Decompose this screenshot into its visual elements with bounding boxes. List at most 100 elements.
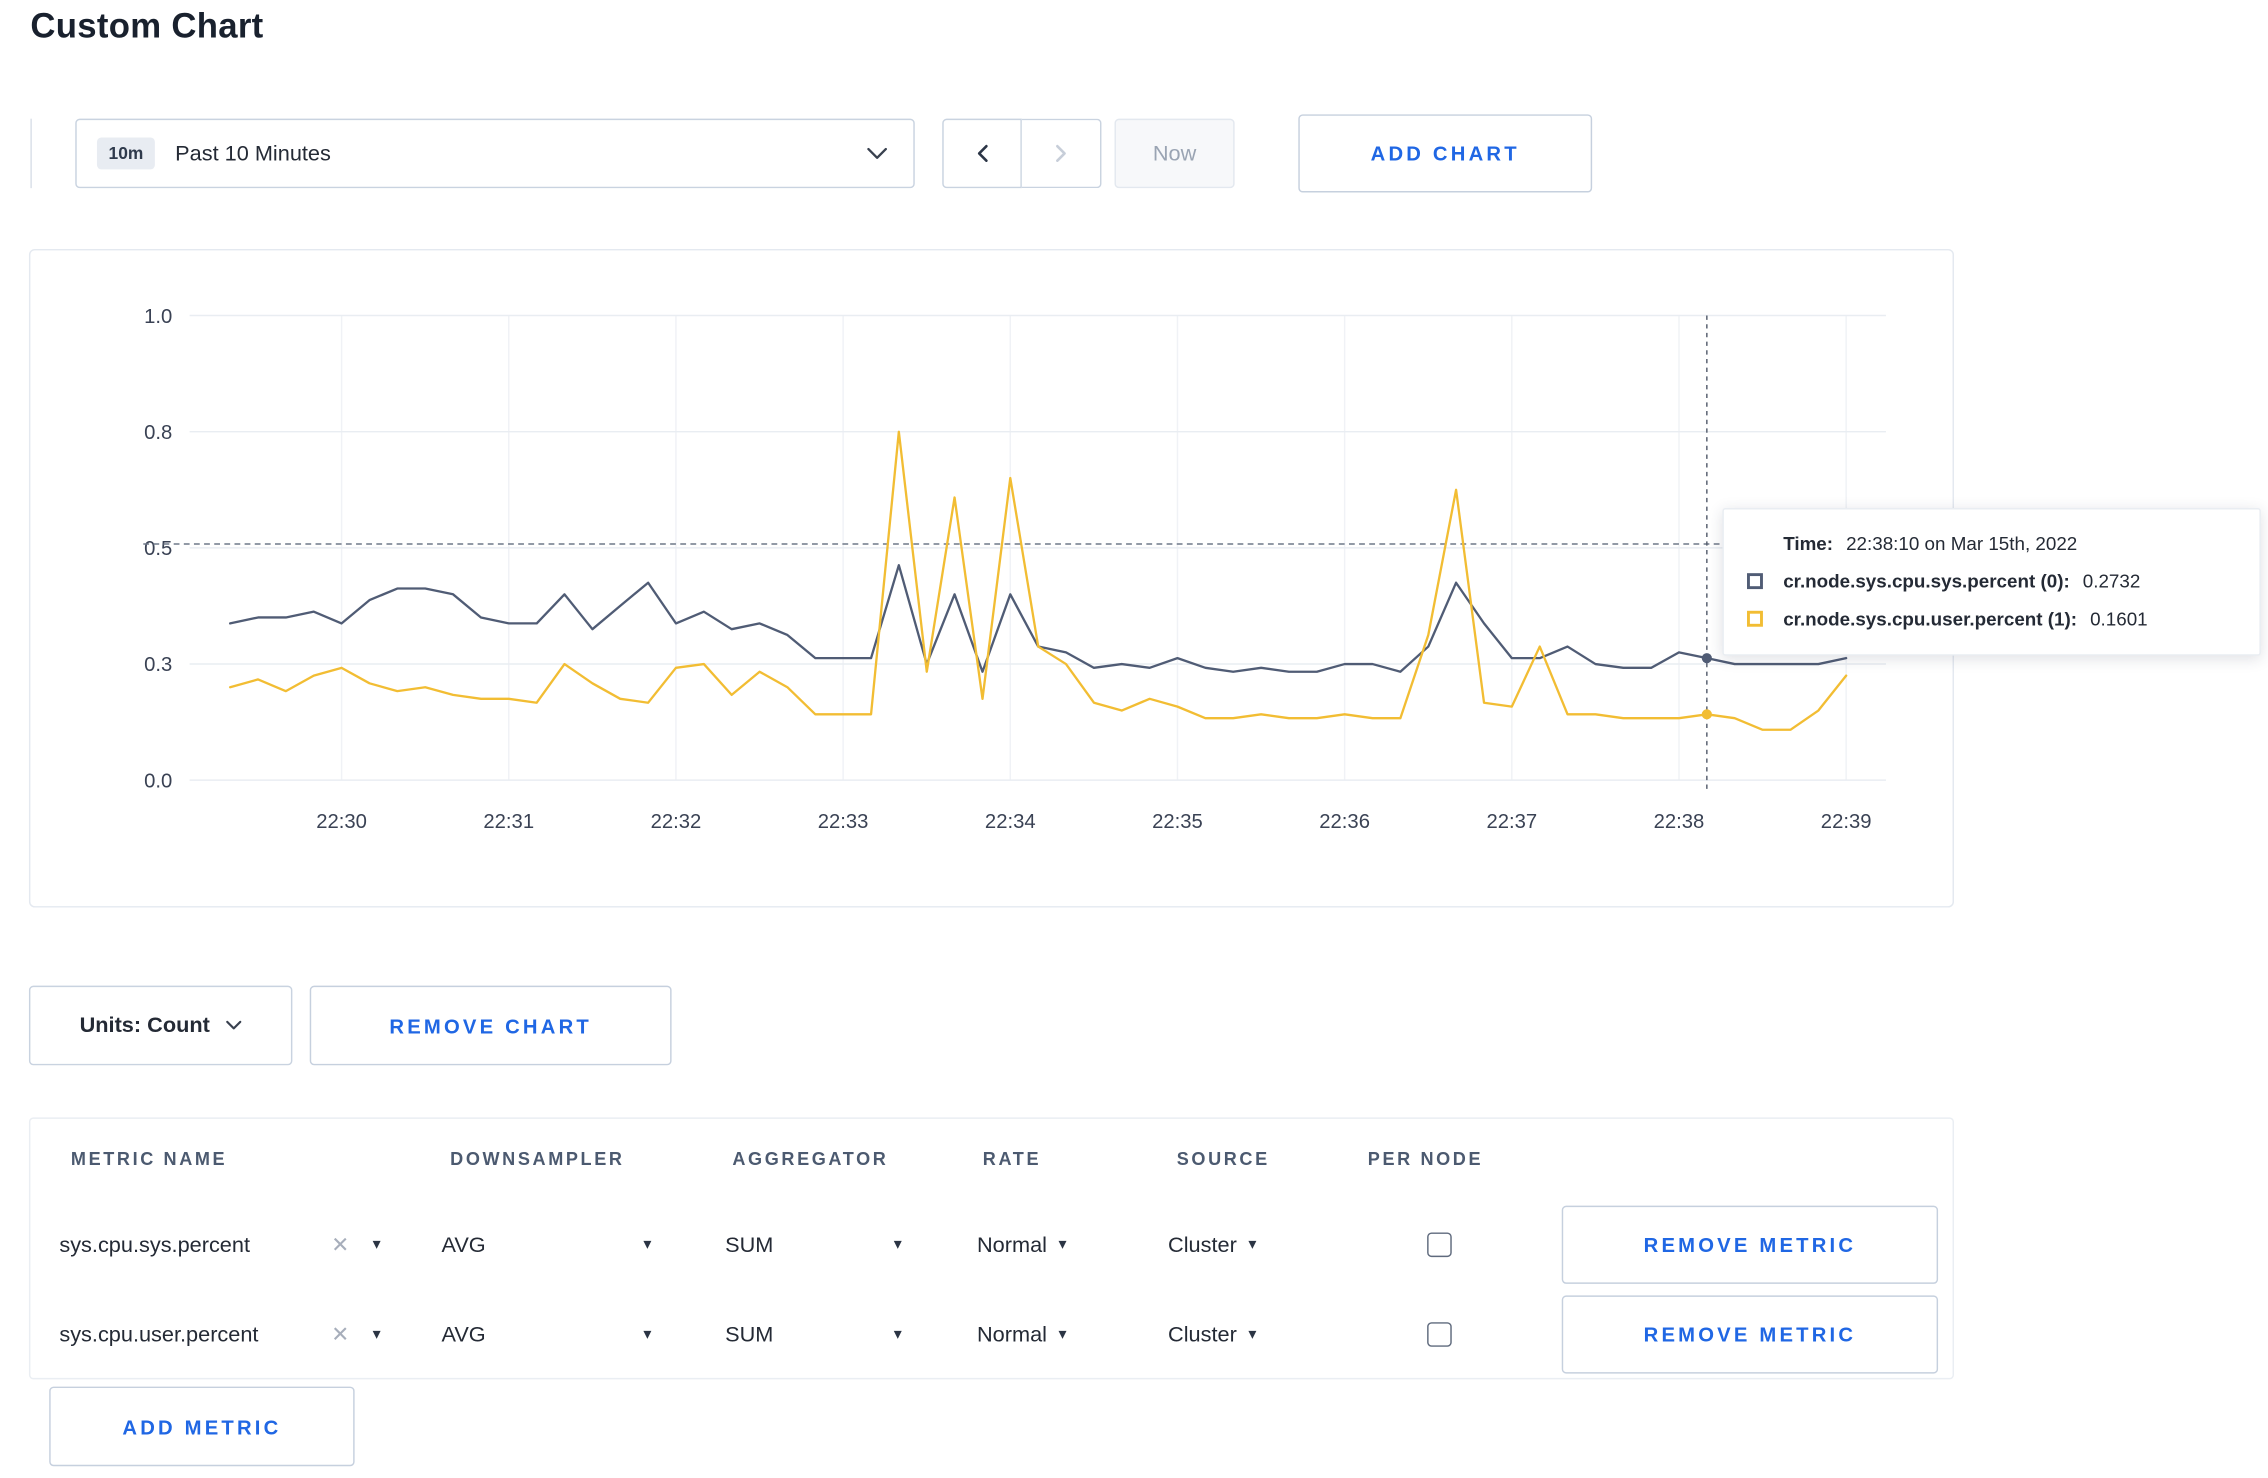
time-range-dropdown[interactable]: 10m Past 10 Minutes [75, 118, 915, 189]
downsampler-select[interactable]: AVG ▾ [441, 1200, 651, 1290]
downsampler-value: AVG [441, 1232, 486, 1258]
metric-name-select[interactable]: sys.cpu.sys.percent ✕ ▾ [59, 1200, 380, 1290]
aggregator-select[interactable]: SUM ▾ [725, 1290, 902, 1380]
source-value: Cluster [1168, 1232, 1237, 1258]
clear-metric-icon[interactable]: ✕ [331, 1232, 349, 1258]
caret-down-icon: ▾ [893, 1235, 902, 1253]
time-forward-button[interactable] [1021, 118, 1102, 189]
rate-select[interactable]: Normal ▾ [977, 1200, 1067, 1290]
x-tick-label: 22:38 [1654, 811, 1705, 833]
toolbar-divider [30, 118, 32, 189]
x-tick-label: 22:36 [1319, 811, 1370, 833]
source-select[interactable]: Cluster ▾ [1168, 1290, 1256, 1380]
chevron-left-icon [977, 144, 987, 162]
caret-down-icon: ▾ [643, 1325, 652, 1343]
chart-svg[interactable]: 22:30 22:31 22:32 22:33 22:34 22:35 22:36 22:37… [30, 250, 1952, 906]
crosshair [1701, 315, 1712, 794]
remove-metric-button[interactable]: REMOVE METRIC [1561, 1295, 1939, 1374]
y-tick-label: 0.0 [144, 770, 172, 792]
chart-tooltip: Time: 22:38:10 on Mar 15th, 2022 cr.node… [1722, 508, 2261, 656]
time-range-badge: 10m [96, 137, 155, 170]
time-range-label: Past 10 Minutes [175, 141, 331, 166]
custom-chart-page: Custom Chart 10m Past 10 Minutes Now ADD… [0, 0, 2268, 1478]
rate-value: Normal [976, 1232, 1047, 1258]
chevron-down-icon [867, 147, 887, 160]
header-metric-name: METRIC NAME [70, 1149, 228, 1170]
downsampler-value: AVG [441, 1322, 486, 1347]
time-back-button[interactable] [942, 118, 1022, 189]
rate-value: Normal [976, 1322, 1047, 1347]
clear-metric-icon[interactable]: ✕ [331, 1321, 349, 1348]
tooltip-time-value: 22:38:10 on Mar 15th, 2022 [1846, 532, 2078, 555]
header-downsampler: DOWNSAMPLER [450, 1149, 625, 1170]
time-step-controls [942, 118, 1102, 189]
aggregator-value: SUM [725, 1322, 774, 1347]
x-tick-label: 22:32 [651, 811, 702, 833]
header-per-node: PER NODE [1367, 1149, 1484, 1170]
x-tick-label: 22:33 [818, 811, 869, 833]
series-lines [228, 430, 1848, 731]
tooltip-series-row: cr.node.sys.cpu.sys.percent (0): 0.2732 [1747, 570, 2236, 592]
tooltip-series-value: 0.2732 [2082, 570, 2141, 592]
source-value: Cluster [1168, 1322, 1237, 1347]
caret-down-icon: ▾ [372, 1235, 381, 1253]
tooltip-series-label: cr.node.sys.cpu.user.percent (1): [1783, 607, 2078, 630]
sys-series-swatch-icon [1747, 573, 1763, 590]
user-series-swatch-icon [1747, 610, 1763, 627]
metric-row: sys.cpu.sys.percent ✕ ▾ AVG ▾ SUM ▾ Norm… [30, 1200, 1952, 1290]
hover-point [1701, 709, 1712, 720]
page-title: Custom Chart [30, 7, 264, 47]
chevron-right-icon [1056, 144, 1066, 162]
caret-down-icon: ▾ [1058, 1325, 1067, 1343]
caret-down-icon: ▾ [1058, 1235, 1067, 1253]
tooltip-series-value: 0.1601 [2090, 607, 2148, 630]
tooltip-time-label: Time: [1783, 532, 1834, 555]
units-dropdown[interactable]: Units: Count [28, 985, 293, 1066]
remove-metric-button[interactable]: REMOVE METRIC [1561, 1205, 1939, 1284]
metrics-table-header: METRIC NAME DOWNSAMPLER AGGREGATOR RATE … [30, 1119, 1952, 1200]
x-tick-label: 22:37 [1486, 811, 1537, 833]
chevron-down-icon [226, 1020, 242, 1030]
metric-row: sys.cpu.user.percent ✕ ▾ AVG ▾ SUM ▾ Nor… [30, 1290, 1952, 1380]
x-tick-label: 22:35 [1152, 811, 1203, 833]
caret-down-icon: ▾ [1248, 1235, 1257, 1253]
y-tick-label: 0.8 [144, 422, 172, 444]
aggregator-select[interactable]: SUM ▾ [725, 1200, 902, 1290]
caret-down-icon: ▾ [893, 1325, 902, 1343]
series-line [228, 430, 1848, 731]
metric-name-value: sys.cpu.sys.percent [59, 1232, 250, 1258]
aggregator-value: SUM [725, 1232, 774, 1258]
metric-name-select[interactable]: sys.cpu.user.percent ✕ ▾ [59, 1290, 380, 1380]
tooltip-series-label: cr.node.sys.cpu.sys.percent (0): [1783, 570, 2070, 592]
metrics-table: METRIC NAME DOWNSAMPLER AGGREGATOR RATE … [28, 1117, 1954, 1380]
x-tick-label: 22:39 [1821, 811, 1872, 833]
header-rate: RATE [982, 1149, 1042, 1170]
tooltip-time-row: Time: 22:38:10 on Mar 15th, 2022 [1747, 533, 2236, 555]
y-tick-label: 1.0 [144, 306, 172, 328]
downsampler-select[interactable]: AVG ▾ [441, 1290, 651, 1380]
caret-down-icon: ▾ [643, 1235, 652, 1253]
caret-down-icon: ▾ [372, 1325, 381, 1343]
header-aggregator: AGGREGATOR [732, 1149, 889, 1170]
series-line [228, 564, 1848, 673]
remove-chart-button[interactable]: REMOVE CHART [309, 985, 672, 1066]
header-source: SOURCE [1176, 1149, 1270, 1170]
y-tick-label: 0.5 [144, 538, 172, 560]
x-tick-label: 22:31 [483, 811, 534, 833]
tooltip-series-row: cr.node.sys.cpu.user.percent (1): 0.1601 [1747, 608, 2236, 630]
per-node-checkbox[interactable] [1427, 1322, 1452, 1347]
source-select[interactable]: Cluster ▾ [1168, 1200, 1256, 1290]
units-label: Units: Count [79, 1013, 210, 1038]
x-tick-label: 22:30 [316, 811, 367, 833]
hover-point [1701, 653, 1712, 664]
chart-card: 22:30 22:31 22:32 22:33 22:34 22:35 22:36 22:37… [28, 248, 1954, 908]
x-tick-label: 22:34 [985, 811, 1036, 833]
horizontal-gridlines [189, 314, 1886, 781]
axis-labels: 22:30 22:31 22:32 22:33 22:34 22:35 22:36 22:37… [144, 306, 1871, 833]
per-node-checkbox[interactable] [1427, 1232, 1452, 1258]
now-button[interactable]: Now [1114, 118, 1235, 189]
add-chart-button[interactable]: ADD CHART [1298, 114, 1593, 193]
add-metric-button[interactable]: ADD METRIC [49, 1386, 355, 1467]
caret-down-icon: ▾ [1248, 1325, 1257, 1343]
rate-select[interactable]: Normal ▾ [977, 1290, 1067, 1380]
